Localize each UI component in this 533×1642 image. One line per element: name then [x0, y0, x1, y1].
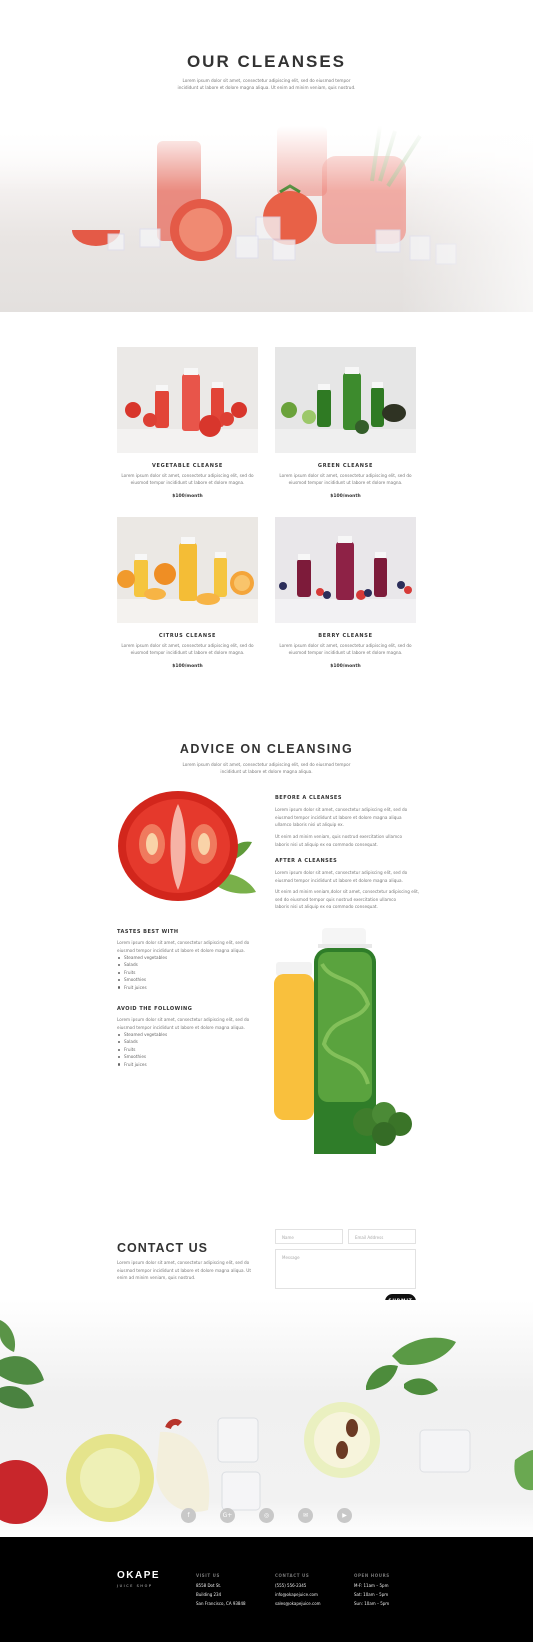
avoid-heading: AVOID THE FOLLOWING — [117, 1006, 193, 1012]
info-email-link[interactable]: info@okapejuice.com — [275, 1590, 321, 1599]
after-heading: AFTER A CLEANSES — [275, 858, 338, 864]
list-item: Fruit juices — [117, 984, 167, 991]
hours-heading: OPEN HOURS — [354, 1573, 390, 1578]
list-item: Fruit juices — [117, 1061, 167, 1068]
google-plus-icon[interactable]: G+ — [220, 1508, 235, 1523]
advice-title: ADVICE ON CLEANSING — [179, 742, 354, 756]
avoid-text: Lorem ipsum dolor sit amet, consectetur … — [117, 1017, 250, 1030]
card-price: $100/month — [172, 664, 203, 669]
list-item: Steamed vegetables — [117, 1031, 167, 1038]
contact-text: Lorem ipsum dolor sit amet, consectetur … — [117, 1260, 251, 1280]
cleanse-card-vegetable[interactable]: VEGETABLE CLEANSE Lorem ipsum dolor sit … — [117, 347, 258, 499]
visit-info: 8558 Dot St. Building 234 San Francisco,… — [196, 1583, 246, 1606]
facebook-icon[interactable]: f — [181, 1508, 196, 1523]
sales-email-link[interactable]: sales@okapejuice.com — [275, 1599, 321, 1608]
card-desc-line-2: eiusmod tempor incididunt ut labore et d… — [288, 480, 403, 485]
contact-info: (555) 556-2345 info@okapejuice.com sales… — [275, 1581, 321, 1608]
list-item: Salads — [117, 961, 167, 968]
before-heading: BEFORE A CLEANSES — [275, 795, 342, 801]
tastes-list: Steamed vegetables Salads Fruits Smoothi… — [117, 954, 167, 991]
visit-heading: VISIT US — [196, 1573, 221, 1578]
after-text-2: Ut enim ad minim veniam,dolor sit amet, … — [275, 889, 420, 909]
hours-info: M-F: 11am – 5pm Sat: 10am – 5pm Sun: 10a… — [354, 1583, 390, 1606]
berry-cleanse-image — [275, 517, 416, 623]
cleanse-card-citrus[interactable]: CITRUS CLEANSE Lorem ipsum dolor sit ame… — [117, 517, 258, 669]
card-title: VEGETABLE CLEANSE — [151, 463, 224, 469]
tomato-image — [112, 786, 262, 911]
citrus-cleanse-image — [117, 517, 258, 623]
list-item: Salads — [117, 1038, 167, 1045]
email-field[interactable]: Email Address — [348, 1229, 416, 1244]
list-item: Fruits — [117, 969, 167, 976]
card-price: $100/month — [330, 494, 361, 499]
list-item: Smoothies — [117, 1053, 167, 1060]
fruit-background-image — [0, 1300, 533, 1537]
green-cleanse-image — [275, 347, 416, 453]
hero-image — [0, 126, 533, 312]
cleanse-card-berry[interactable]: BERRY CLEANSE Lorem ipsum dolor sit amet… — [275, 517, 416, 669]
list-item: Fruits — [117, 1046, 167, 1053]
before-text-2: Ut enim ad minim veniam, quis nostrud ex… — [275, 834, 403, 847]
footer-brand-logo[interactable]: OKAPE — [117, 1570, 160, 1581]
card-title: BERRY CLEANSE — [318, 633, 373, 639]
after-text: Lorem ipsum dolor sit amet, consectetur … — [275, 870, 408, 883]
card-desc-line-2: eiusmod tempor incididunt ut labore et d… — [130, 650, 245, 655]
vegetable-cleanse-image — [117, 347, 258, 453]
advice-description-line-2: incididunt ut labore et dolore magna ali… — [220, 769, 313, 774]
list-item: Smoothies — [117, 976, 167, 983]
card-price: $100/month — [330, 664, 361, 669]
instagram-icon[interactable]: ◎ — [259, 1508, 274, 1523]
card-title: CITRUS CLEANSE — [158, 633, 217, 639]
avoid-list: Steamed vegetables Salads Fruits Smoothi… — [117, 1031, 167, 1068]
card-price: $100/month — [172, 494, 203, 499]
email-icon[interactable]: ✉ — [298, 1508, 313, 1523]
page-title: OUR CLEANSES — [186, 52, 347, 71]
message-field[interactable]: Message — [275, 1249, 416, 1289]
tastes-text: Lorem ipsum dolor sit amet, consectetur … — [117, 940, 250, 953]
youtube-icon[interactable]: ▶ — [337, 1508, 352, 1523]
hero-description-line-2: incididunt ut labore et dolore magna ali… — [177, 85, 356, 90]
card-desc-line-2: eiusmod tempor incididunt ut labore et d… — [288, 650, 403, 655]
before-text: Lorem ipsum dolor sit amet, consectetur … — [275, 807, 408, 827]
contact-title: CONTACT US — [117, 1241, 209, 1255]
name-field[interactable]: Name — [275, 1229, 343, 1244]
card-title: GREEN CLEANSE — [317, 463, 374, 469]
list-item: Steamed vegetables — [117, 954, 167, 961]
footer: OKAPE JUICE SHOP VISIT US 8558 Dot St. B… — [0, 1537, 533, 1642]
phone-link[interactable]: (555) 556-2345 — [275, 1581, 321, 1590]
footer-tagline: JUICE SHOP — [117, 1584, 153, 1588]
tastes-heading: TASTES BEST WITH — [117, 929, 179, 935]
card-desc-line-2: eiusmod tempor incididunt ut labore et d… — [130, 480, 245, 485]
juice-bottles-image — [272, 924, 422, 1168]
cleanse-card-green[interactable]: GREEN CLEANSE Lorem ipsum dolor sit amet… — [275, 347, 416, 499]
contact-heading: CONTACT US — [275, 1573, 310, 1578]
